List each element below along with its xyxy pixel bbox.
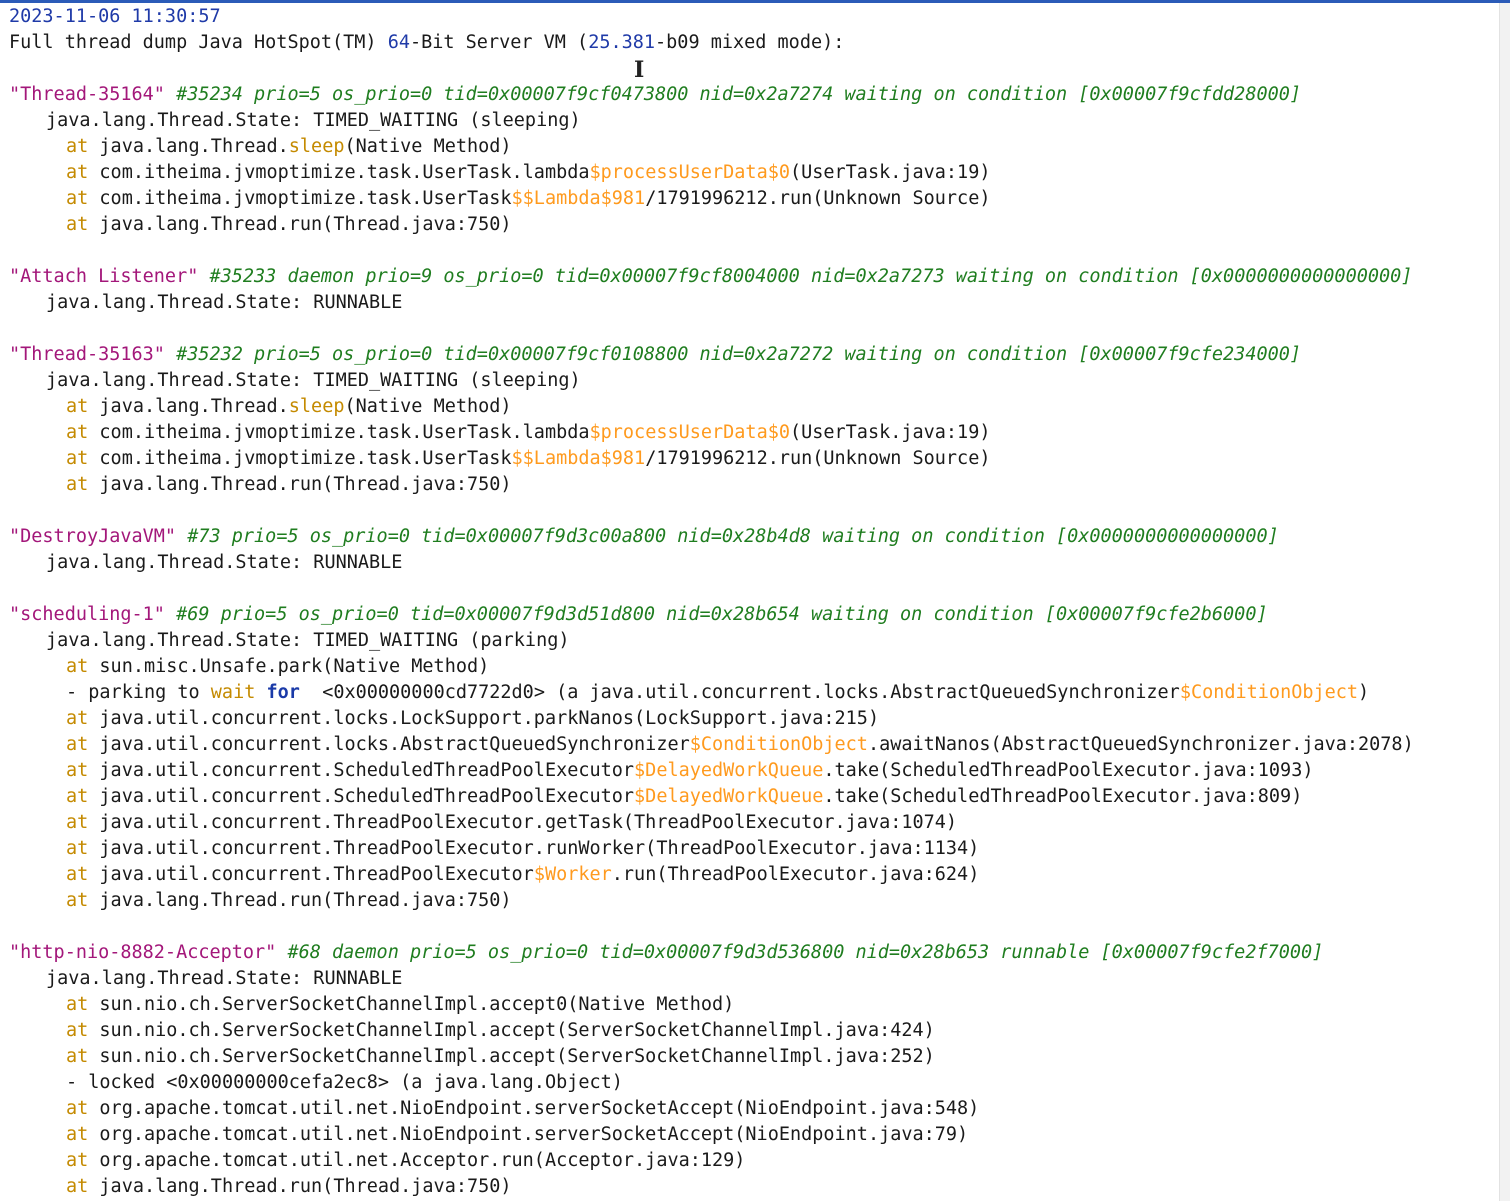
stack-frame: at org.apache.tomcat.util.net.Acceptor.r… [66,1150,746,1171]
thread-header: "Attach Listener" #35233 daemon prio=9 o… [9,266,1413,287]
stack-frame: at java.util.concurrent.locks.LockSuppor… [66,708,880,729]
thread-header: "http-nio-8882-Acceptor" #68 daemon prio… [9,942,1324,963]
vertical-scrollbar[interactable] [1499,3,1510,1201]
lock-info: - locked <0x00000000cefa2ec8> (a java.la… [66,1072,623,1093]
stack-frame: at java.lang.Thread.run(Thread.java:750) [66,890,512,911]
dump-timestamp: 2023-11-06 11:30:57 [9,6,221,27]
lock-info: - parking to wait for <0x00000000cd7722d… [66,682,1370,703]
thread-header: "Thread-35164" #35234 prio=5 os_prio=0 t… [9,84,1302,105]
thread-state: java.lang.Thread.State: TIMED_WAITING (s… [46,110,581,131]
stack-frame: at com.itheima.jvmoptimize.task.UserTask… [66,448,991,469]
thread-dump-text[interactable]: 2023-11-06 11:30:57 Full thread dump Jav… [9,4,1499,1200]
stack-frame: at com.itheima.jvmoptimize.task.UserTask… [66,188,991,209]
thread-state: java.lang.Thread.State: RUNNABLE [46,292,403,313]
stack-frame: at java.util.concurrent.ThreadPoolExecut… [66,838,980,859]
stack-frame: at com.itheima.jvmoptimize.task.UserTask… [66,422,991,443]
thread-header: "DestroyJavaVM" #73 prio=5 os_prio=0 tid… [9,526,1279,547]
thread-state: java.lang.Thread.State: RUNNABLE [46,968,403,989]
thread-header: "scheduling-1" #69 prio=5 os_prio=0 tid=… [9,604,1268,625]
stack-frame: at java.util.concurrent.ScheduledThreadP… [66,786,1303,807]
dump-header: Full thread dump Java HotSpot(TM) 64-Bit… [9,32,845,53]
stack-frame: at sun.nio.ch.ServerSocketChannelImpl.ac… [66,1020,935,1041]
stack-frame: at sun.misc.Unsafe.park(Native Method) [66,656,490,677]
stack-frame: at java.util.concurrent.locks.AbstractQu… [66,734,1414,755]
window-top-border [0,0,1510,3]
stack-frame: at java.lang.Thread.run(Thread.java:750) [66,214,512,235]
stack-frame: at java.lang.Thread.run(Thread.java:750) [66,474,512,495]
stack-frame: at java.lang.Thread.sleep(Native Method) [66,136,512,157]
stack-frame: at sun.nio.ch.ServerSocketChannelImpl.ac… [66,994,735,1015]
stack-frame: at java.util.concurrent.ThreadPoolExecut… [66,812,958,833]
stack-frame: at java.lang.Thread.sleep(Native Method) [66,396,512,417]
stack-frame: at org.apache.tomcat.util.net.NioEndpoin… [66,1098,980,1119]
thread-header: "Thread-35163" #35232 prio=5 os_prio=0 t… [9,344,1302,365]
stack-frame: at java.util.concurrent.ThreadPoolExecut… [66,864,980,885]
thread-state: java.lang.Thread.State: TIMED_WAITING (p… [46,630,570,651]
stack-frame: at sun.nio.ch.ServerSocketChannelImpl.ac… [66,1046,935,1067]
stack-frame: at org.apache.tomcat.util.net.NioEndpoin… [66,1124,969,1145]
stack-frame: at com.itheima.jvmoptimize.task.UserTask… [66,162,991,183]
thread-state: java.lang.Thread.State: RUNNABLE [46,552,403,573]
thread-state: java.lang.Thread.State: TIMED_WAITING (s… [46,370,581,391]
stack-frame: at java.lang.Thread.run(Thread.java:750) [66,1176,512,1197]
stack-frame: at java.util.concurrent.ScheduledThreadP… [66,760,1314,781]
